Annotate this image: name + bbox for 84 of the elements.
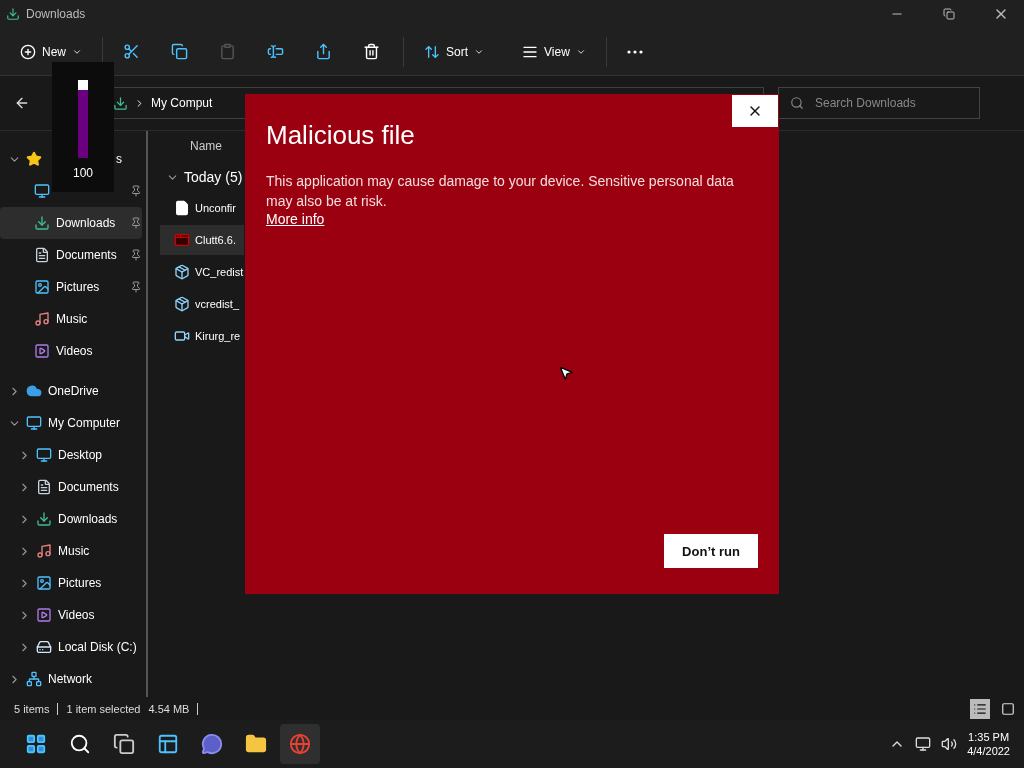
sidebar-item[interactable]: Pictures [0,271,142,303]
file-row[interactable]: vcredist_ [160,289,244,319]
chat-icon [201,733,223,755]
view-button[interactable]: View [514,34,594,69]
volume-reading: 100 [73,166,93,180]
picture-icon [36,575,52,591]
desktop-icon [36,447,52,463]
download-icon [6,7,20,21]
sidebar-item[interactable]: Downloads [0,207,142,239]
file-icon [174,200,190,216]
app-icon [174,232,190,248]
music-icon [34,311,50,327]
cursor-icon [558,365,574,381]
sidebar-item[interactable]: Network [0,663,142,695]
sidebar-item[interactable]: Documents [0,239,142,271]
ellipsis-icon [626,49,643,54]
sidebar-item[interactable]: Music [0,303,142,335]
search-field[interactable]: Search Downloads [778,87,980,119]
more-info-link[interactable]: More info [266,211,325,227]
plus-icon [20,43,36,60]
file-row[interactable]: VC_redist [160,257,244,287]
rename-icon [267,43,284,60]
document-icon [34,247,50,263]
sidebar-item[interactable]: OneDrive [0,375,142,407]
task-view-icon [113,733,135,755]
volume-slider[interactable] [78,80,88,158]
video-icon [36,607,52,623]
video-icon [34,343,50,359]
sidebar-item[interactable]: Pictures [0,567,142,599]
cloud-icon [26,383,42,399]
restore-icon [943,8,955,20]
dialog-message: This application may cause damage to your device. Sensitive personal data may also be at risk. [266,172,735,211]
scissors-icon [123,43,140,60]
trash-icon [363,43,380,60]
tiles-icon [1001,701,1015,716]
copy-icon [171,43,188,60]
document-icon [36,479,52,495]
network-icon[interactable] [915,736,932,752]
sort-button[interactable]: Sort [416,34,493,69]
installer-icon [174,296,190,312]
sidebar-item[interactable]: My Computer [0,407,142,439]
close-button[interactable] [732,95,778,127]
volume-icon[interactable] [941,736,958,752]
sidebar-item[interactable]: Local Disk (C:) [0,631,142,663]
sidebar-item[interactable]: s [116,152,122,166]
file-row[interactable]: Kirurg_re [160,321,244,351]
video-file-icon [174,328,190,344]
details-view-button[interactable] [970,698,990,719]
sort-icon [424,43,440,60]
download-icon [34,215,50,231]
sidebar-item[interactable]: Documents [0,471,142,503]
desktop-icon [34,183,50,199]
widgets-icon [157,733,179,755]
download-icon [36,511,52,527]
window-title: Downloads [26,7,87,21]
sidebar-item[interactable]: Music [0,535,142,567]
download-icon [113,95,128,111]
file-row[interactable]: Clutt6.6. [160,225,244,255]
search-icon [790,96,804,110]
installer-icon [174,264,190,280]
computer-icon [26,415,42,431]
browser-icon [289,733,311,755]
sidebar-item[interactable]: Downloads [0,503,142,535]
picture-icon [34,279,50,295]
music-icon [36,543,52,559]
item-count: 5 items [14,702,50,715]
sidebar-item[interactable]: Videos [0,335,142,367]
star-icon [26,151,42,167]
dont-run-button[interactable]: Don’t run [664,534,758,568]
search-icon [69,733,91,755]
file-row[interactable]: Unconfir [160,193,244,223]
sidebar-item[interactable]: Videos [0,599,142,631]
group-header: Today (5) [184,169,243,185]
sidebar-item[interactable]: Desktop [0,439,142,471]
list-icon [973,701,987,716]
clock[interactable]: 1:35 PM 4/4/2022 [967,731,1010,757]
selection-size: 4.54 MB [148,702,190,715]
share-icon [315,43,332,60]
start-icon [25,733,47,755]
folder-icon [245,733,267,755]
dialog-title: Malicious file [266,120,416,151]
network-icon [26,671,42,687]
clipboard-icon [219,43,236,60]
selection-info: 1 item selected [66,702,141,715]
